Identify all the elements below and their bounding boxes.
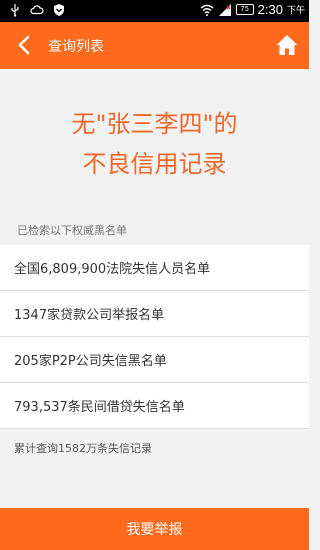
- back-arrow-icon[interactable]: [14, 34, 36, 56]
- home-icon[interactable]: [275, 33, 299, 57]
- headline-line-2: 不良信用记录: [82, 150, 227, 178]
- clock-ampm: 下午: [286, 6, 305, 16]
- status-bar: 75 2:30 下午: [0, 0, 309, 22]
- section-label: 已检索以下权威黑名单: [17, 224, 127, 237]
- app-bar: 查询列表: [0, 22, 309, 69]
- list-item: 全国6,809,900法院失信人员名单: [0, 245, 309, 291]
- shield-icon: [54, 4, 64, 16]
- battery-icon: 75: [235, 4, 254, 15]
- result-headline: 无"张三李四"的 不良信用记录: [0, 104, 309, 184]
- headline-line-1: 无"张三李四"的: [71, 110, 238, 138]
- page-title: 查询列表: [48, 39, 104, 55]
- status-bar-right: 75 2:30 下午: [200, 2, 305, 17]
- report-button[interactable]: 我要举报: [0, 508, 309, 550]
- list-item: 793,537条民间借贷失信名单: [0, 383, 309, 429]
- signal-icon: [218, 3, 231, 16]
- query-count-note: 累计查询1582万条失信记录: [14, 442, 152, 455]
- cloud-icon: [30, 5, 44, 15]
- list-item: 1347家贷款公司举报名单: [0, 291, 309, 337]
- blacklist-list: 全国6,809,900法院失信人员名单 1347家贷款公司举报名单 205家P2…: [0, 245, 309, 429]
- status-bar-left: [8, 3, 66, 17]
- clock-time: 2:30: [257, 2, 283, 17]
- usb-icon: [11, 4, 19, 17]
- list-item: 205家P2P公司失信黑名单: [0, 337, 309, 383]
- wifi-icon: [200, 4, 214, 16]
